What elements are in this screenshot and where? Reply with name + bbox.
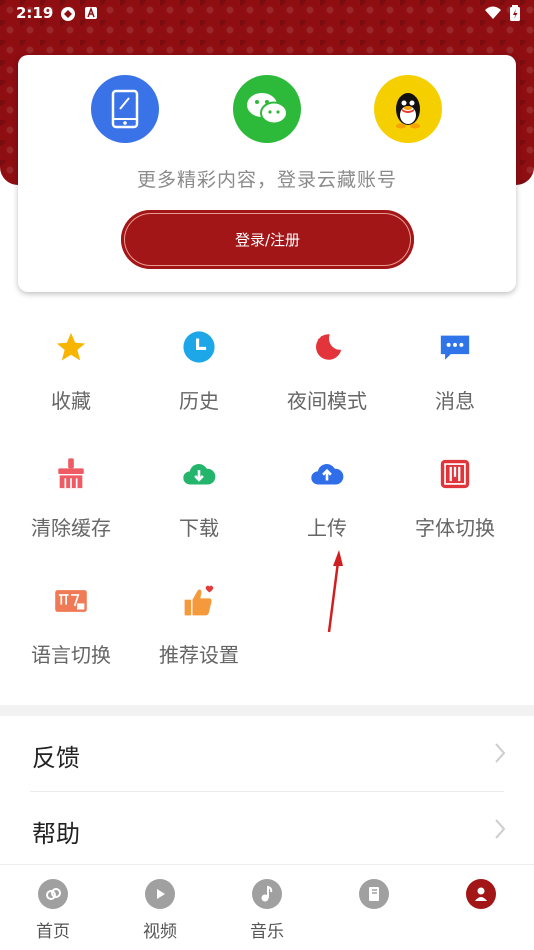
list-item-help[interactable]: 帮助: [0, 794, 534, 868]
section-separator: [0, 705, 534, 716]
list-label-help: 帮助: [32, 820, 80, 848]
status-bar: 2:19: [0, 0, 534, 28]
cloud-download-icon: [183, 464, 216, 485]
wifi-icon: [485, 6, 501, 19]
qq-login-button[interactable]: [374, 75, 442, 143]
grid-item-download[interactable]: 下载: [135, 447, 263, 557]
grid-label-favorites: 收藏: [51, 389, 91, 413]
book-icon: [369, 887, 379, 901]
grid-item-font-switch[interactable]: 字体切换: [391, 447, 519, 557]
star-icon: [56, 332, 86, 361]
grid-item-messages[interactable]: 消息: [391, 320, 519, 430]
grid-label-upload: 上传: [307, 516, 347, 540]
font-icon: [440, 459, 470, 489]
tab-music[interactable]: 音乐: [214, 865, 320, 950]
grid-label-recommendation-settings: 推荐设置: [159, 643, 239, 667]
grid-label-clear-cache: 清除缓存: [31, 516, 111, 540]
grid-label-language-switch: 语言切换: [31, 643, 111, 667]
grid-item-language-switch[interactable]: 语言切换: [7, 574, 135, 684]
thumbs-up-icon: [184, 585, 214, 616]
tab-video[interactable]: 视频: [107, 865, 213, 950]
qq-icon: [396, 93, 420, 129]
grid-label-download: 下载: [179, 516, 219, 540]
language-icon: [55, 590, 87, 612]
tab-profile[interactable]: [428, 865, 534, 950]
grid-label-messages: 消息: [435, 389, 475, 413]
music-icon: [261, 885, 273, 902]
status-time: 2:19: [16, 4, 54, 22]
chevron-right-icon: [495, 743, 506, 763]
play-icon: [157, 889, 165, 899]
tab-book[interactable]: [321, 865, 427, 950]
moon-icon: [315, 334, 342, 360]
grid-item-history[interactable]: 历史: [135, 320, 263, 430]
grid-label-font-switch: 字体切换: [415, 516, 495, 540]
tab-label-music: 音乐: [250, 922, 284, 942]
sync-icon: [61, 7, 75, 21]
grid-label-history: 历史: [179, 389, 219, 413]
list-label-feedback: 反馈: [32, 744, 80, 772]
battery-icon: [510, 5, 520, 21]
login-register-button[interactable]: 登录/注册: [121, 210, 414, 269]
grid-label-night-mode: 夜间模式: [287, 389, 367, 413]
broom-icon: [58, 458, 84, 489]
login-prompt: 更多精彩内容，登录云藏账号: [136, 169, 397, 191]
tab-label-home: 首页: [36, 922, 70, 942]
annotation-arrow: [327, 550, 343, 633]
grid-item-night-mode[interactable]: 夜间模式: [263, 320, 391, 430]
chevron-right-icon: [495, 819, 506, 839]
grid-item-clear-cache[interactable]: 清除缓存: [7, 447, 135, 557]
notification-a-icon: [85, 6, 97, 19]
phone-icon: [111, 89, 139, 129]
clock-icon: [183, 331, 215, 363]
list-item-feedback[interactable]: 反馈: [0, 718, 534, 792]
phone-login-button[interactable]: [91, 75, 159, 143]
wechat-icon: [247, 93, 288, 125]
login-card: 更多精彩内容，登录云藏账号 登录/注册: [18, 55, 516, 292]
home-icon: [46, 888, 61, 900]
tab-label-video: 视频: [143, 922, 177, 942]
wechat-login-button[interactable]: [233, 75, 301, 143]
grid-item-favorites[interactable]: 收藏: [7, 320, 135, 430]
grid-item-upload[interactable]: 上传: [263, 447, 391, 557]
bottom-tab-bar: 首页 视频 音乐: [0, 864, 534, 950]
tab-home[interactable]: 首页: [0, 865, 106, 950]
cloud-upload-icon: [311, 464, 344, 485]
login-options: [18, 75, 516, 143]
list-divider: [30, 791, 504, 792]
message-icon: [440, 335, 470, 360]
grid-item-recommendation-settings[interactable]: 推荐设置: [135, 574, 263, 684]
profile-icon: [475, 887, 487, 901]
